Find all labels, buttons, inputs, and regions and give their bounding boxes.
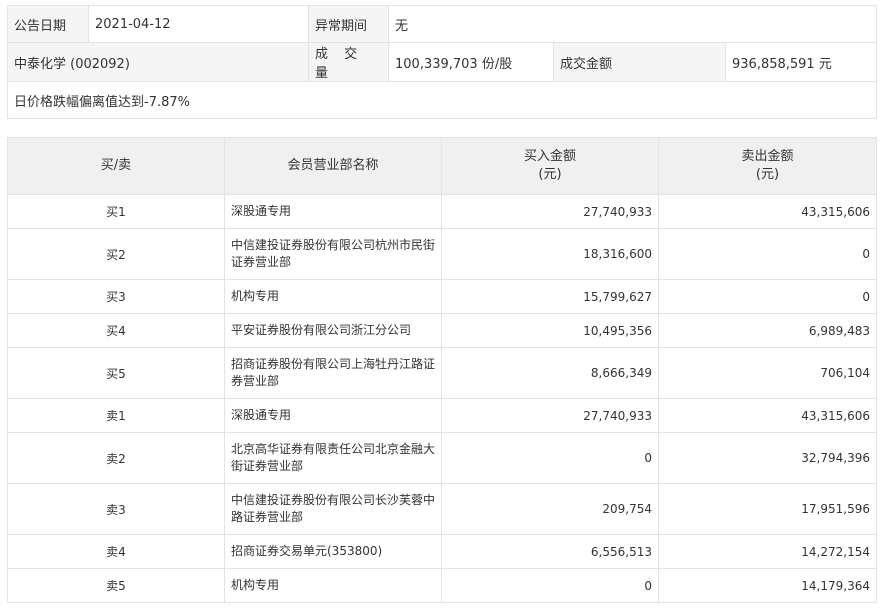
header-side: 买/卖: [7, 137, 225, 195]
row-sell-amount: 0: [658, 228, 877, 280]
row-buy-amount: 0: [441, 568, 659, 603]
anomaly-period-value: 无: [388, 5, 877, 43]
dept-name-line1: 机构专用: [231, 578, 280, 592]
stock-name: 中泰化学 (002092): [7, 42, 309, 82]
table-row: 买3 机构专用 15,799,627 0: [7, 279, 877, 314]
row-sell-amount: 32,794,396: [658, 432, 877, 484]
dept-name-line1: 深股通专用: [231, 204, 292, 218]
table-row: 买4 平安证券股份有限公司浙江分公司 10,495,356 6,989,483: [7, 313, 877, 348]
dept-name-line1: 招商证券交易单元(353800): [231, 544, 383, 558]
row-sell-amount: 706,104: [658, 347, 877, 399]
row-dept-name: 深股通专用: [224, 194, 442, 229]
header-buy: 买入金额 (元): [441, 137, 659, 195]
dept-name-line1: 中信建投证券股份有限公司长沙芙蓉中: [231, 493, 436, 507]
row-side: 卖5: [7, 568, 225, 603]
row-side: 买4: [7, 313, 225, 348]
row-buy-amount: 27,740,933: [441, 398, 659, 433]
row-dept-name: 招商证券股份有限公司上海牡丹江路证 券营业部: [224, 347, 442, 399]
row-side: 买5: [7, 347, 225, 399]
row-sell-amount: 17,951,596: [658, 483, 877, 535]
row-dept-name: 平安证券股份有限公司浙江分公司: [224, 313, 442, 348]
dept-name-line2: 街证券营业部: [231, 459, 304, 473]
row-sell-amount: 14,179,364: [658, 568, 877, 603]
volume-value: 100,339,703 份/股: [388, 42, 554, 82]
row-dept-name: 北京高华证券有限责任公司北京金融大 街证券营业部: [224, 432, 442, 484]
row-buy-amount: 15,799,627: [441, 279, 659, 314]
row-sell-amount: 0: [658, 279, 877, 314]
header-sell: 卖出金额 (元): [658, 137, 877, 195]
table-row: 买2 中信建投证券股份有限公司杭州市民街 证券营业部 18,316,600 0: [7, 228, 877, 280]
stock-info-table: 公告日期 2021-04-12 异常期间 无 中泰化学 (002092) 成 交…: [7, 5, 877, 119]
row-buy-amount: 18,316,600: [441, 228, 659, 280]
deviation-reason: 日价格跌幅偏离值达到-7.87%: [7, 81, 877, 119]
row-sell-amount: 43,315,606: [658, 194, 877, 229]
header-dept: 会员营业部名称: [224, 137, 442, 195]
dept-name-line1: 平安证券股份有限公司浙江分公司: [231, 323, 412, 337]
table-row: 买5 招商证券股份有限公司上海牡丹江路证 券营业部 8,666,349 706,104: [7, 347, 877, 399]
table-header-row: 买/卖 会员营业部名称 买入金额 (元) 卖出金额 (元): [7, 137, 877, 195]
table-row: 卖4 招商证券交易单元(353800) 6,556,513 14,272,154: [7, 534, 877, 569]
row-buy-amount: 10,495,356: [441, 313, 659, 348]
row-side: 买3: [7, 279, 225, 314]
dept-name-line2: 路证券营业部: [231, 510, 304, 524]
row-side: 卖2: [7, 432, 225, 484]
row-buy-amount: 27,740,933: [441, 194, 659, 229]
dept-name-line1: 深股通专用: [231, 408, 292, 422]
trading-seats-table: 买/卖 会员营业部名称 买入金额 (元) 卖出金额 (元) 买1 深股通专用 27,74…: [7, 137, 877, 603]
row-side: 卖3: [7, 483, 225, 535]
table-row: 买1 深股通专用 27,740,933 43,315,606: [7, 194, 877, 229]
row-side: 买1: [7, 194, 225, 229]
row-dept-name: 中信建投证券股份有限公司长沙芙蓉中 路证券营业部: [224, 483, 442, 535]
table-row: 卖3 中信建投证券股份有限公司长沙芙蓉中 路证券营业部 209,754 17,951,5…: [7, 483, 877, 535]
row-dept-name: 招商证券交易单元(353800): [224, 534, 442, 569]
row-dept-name: 中信建投证券股份有限公司杭州市民街 证券营业部: [224, 228, 442, 280]
row-dept-name: 机构专用: [224, 568, 442, 603]
table-row: 卖1 深股通专用 27,740,933 43,315,606: [7, 398, 877, 433]
row-side: 买2: [7, 228, 225, 280]
row-side: 卖1: [7, 398, 225, 433]
row-sell-amount: 6,989,483: [658, 313, 877, 348]
row-dept-name: 机构专用: [224, 279, 442, 314]
dept-name-line2: 券营业部: [231, 374, 280, 388]
row-buy-amount: 8,666,349: [441, 347, 659, 399]
volume-label: 成 交 量: [308, 42, 389, 82]
amount-label: 成交金额: [553, 42, 726, 82]
row-sell-amount: 43,315,606: [658, 398, 877, 433]
row-buy-amount: 209,754: [441, 483, 659, 535]
row-side: 卖4: [7, 534, 225, 569]
row-dept-name: 深股通专用: [224, 398, 442, 433]
row-sell-amount: 14,272,154: [658, 534, 877, 569]
announce-date-label: 公告日期: [7, 5, 89, 43]
dept-name-line1: 招商证券股份有限公司上海牡丹江路证: [231, 357, 436, 371]
dept-name-line1: 北京高华证券有限责任公司北京金融大: [231, 442, 436, 456]
row-buy-amount: 0: [441, 432, 659, 484]
table-row: 卖2 北京高华证券有限责任公司北京金融大 街证券营业部 0 32,794,396: [7, 432, 877, 484]
row-buy-amount: 6,556,513: [441, 534, 659, 569]
dept-name-line1: 中信建投证券股份有限公司杭州市民街: [231, 238, 436, 252]
dept-name-line2: 证券营业部: [231, 255, 292, 269]
dept-name-line1: 机构专用: [231, 289, 280, 303]
amount-value: 936,858,591 元: [725, 42, 877, 82]
announce-date-value: 2021-04-12: [88, 5, 309, 43]
table-row: 卖5 机构专用 0 14,179,364: [7, 568, 877, 603]
anomaly-period-label: 异常期间: [308, 5, 389, 43]
